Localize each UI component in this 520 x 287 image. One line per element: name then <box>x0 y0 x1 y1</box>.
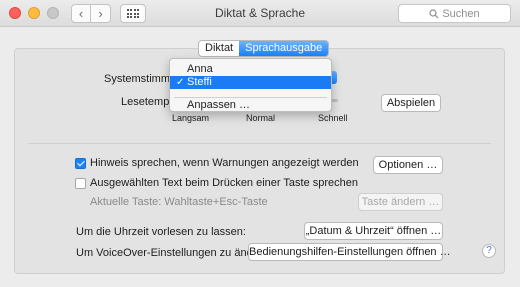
time-announcement-label: Um die Uhrzeit vorlesen zu lassen: <box>76 226 246 238</box>
help-button[interactable]: ? <box>482 244 496 258</box>
speak-selection-label: Ausgewählten Text beim Drücken einer Tas… <box>90 177 359 189</box>
search-field[interactable]: Suchen <box>398 4 511 23</box>
play-button[interactable]: Abspielen <box>381 94 441 112</box>
system-voice-label: Systemstimme: <box>104 73 180 85</box>
menu-item-anna[interactable]: Anna <box>170 63 331 76</box>
change-key-button[interactable]: Taste ändern … <box>358 193 443 211</box>
tab-bar: Diktat Sprachausgabe <box>198 40 330 57</box>
preferences-window: ‹ › Diktat & Sprache Suchen Diktat Sprac… <box>0 0 520 287</box>
menu-item-label: Steffi <box>187 76 212 88</box>
voice-popup-menu: Anna ✓ Steffi Anpassen … <box>169 58 332 112</box>
search-placeholder: Suchen <box>442 7 480 20</box>
tick-label-slow: Langsam <box>172 113 210 123</box>
voiceover-label: Um VoiceOver-Einstellungen zu ändern: <box>76 247 272 259</box>
tick-label-normal: Normal <box>246 113 276 123</box>
announce-alerts-checkbox[interactable] <box>75 158 86 169</box>
search-icon <box>429 8 439 18</box>
checkmark-icon: ✓ <box>176 77 185 88</box>
current-key-label: Aktuelle Taste: Wahltaste+Esc-Taste <box>90 196 268 208</box>
section-divider <box>28 143 491 144</box>
options-button[interactable]: Optionen … <box>373 156 443 174</box>
menu-separator <box>174 97 327 98</box>
tab-diktat[interactable]: Diktat <box>199 41 239 56</box>
open-date-time-button[interactable]: „Datum & Uhrzeit“ öffnen … <box>304 222 443 240</box>
tick-label-fast: Schnell <box>318 113 348 123</box>
announce-alerts-label: Hinweis sprechen, wenn Warnungen angezei… <box>90 157 359 169</box>
tab-sprachausgabe[interactable]: Sprachausgabe <box>239 41 329 56</box>
open-accessibility-button[interactable]: Bedienungshilfen-Einstellungen öffnen … <box>248 243 451 261</box>
speak-selection-checkbox[interactable] <box>75 178 86 189</box>
menu-item-steffi[interactable]: ✓ Steffi <box>170 76 331 89</box>
menu-item-customize[interactable]: Anpassen … <box>170 99 331 112</box>
title-bar: ‹ › Diktat & Sprache Suchen <box>0 0 520 27</box>
